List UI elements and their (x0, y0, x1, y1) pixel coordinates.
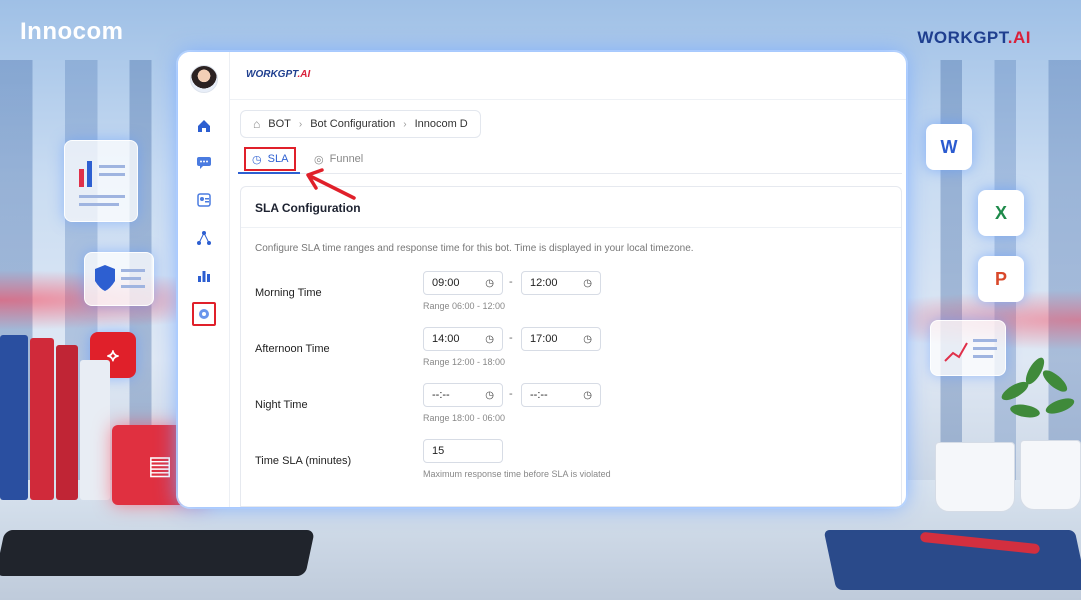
excel-icon: X (978, 190, 1024, 236)
breadcrumb-item-bot-configuration[interactable]: Bot Configuration (310, 118, 395, 130)
morning-time-label: Morning Time (255, 287, 322, 299)
morning-range-hint: Range 06:00 - 12:00 (423, 301, 506, 311)
panel-description: Configure SLA time ranges and response t… (255, 243, 694, 254)
active-tab-indicator (238, 172, 300, 174)
clock-icon[interactable]: ◷ (485, 334, 494, 345)
powerpoint-icon: P (978, 256, 1024, 302)
plant (990, 345, 1080, 445)
avatar[interactable] (190, 65, 218, 93)
time-sla-value: 15 (432, 445, 445, 457)
afternoon-end-input[interactable]: 17:00 ◷ (521, 327, 601, 351)
clock-icon[interactable]: ◷ (583, 334, 592, 345)
night-time-label: Night Time (255, 399, 308, 411)
afternoon-end-value: 17:00 (530, 333, 558, 345)
morning-start-value: 09:00 (432, 277, 460, 289)
contact-icon[interactable] (192, 188, 216, 212)
sidebar (178, 52, 230, 507)
morning-end-value: 12:00 (530, 277, 558, 289)
breadcrumb-item-bot-name: Innocom D (414, 118, 468, 130)
app-window: WORKGPT.AI ⌂ BOT › Bot Configuration › I… (178, 52, 906, 507)
clock-icon: ◷ (252, 153, 262, 166)
app-logo-suffix: .AI (297, 69, 311, 80)
night-end-value: --:-- (530, 389, 548, 401)
app-logo-text: WORKGPT (246, 69, 298, 80)
coffee-mug (935, 442, 1015, 512)
chart-icon[interactable] (192, 264, 216, 288)
breadcrumb-item-bot[interactable]: BOT (268, 118, 291, 130)
binder (80, 360, 110, 500)
range-separator: - (509, 332, 513, 344)
afternoon-time-label: Afternoon Time (255, 343, 330, 355)
plant-pot (1020, 440, 1081, 510)
range-separator: - (509, 276, 513, 288)
tab-sla[interactable]: ◷ SLA (244, 147, 297, 171)
afternoon-start-value: 14:00 (432, 333, 460, 345)
annotation-arrow (306, 168, 356, 200)
afternoon-start-input[interactable]: 14:00 ◷ (423, 327, 503, 351)
clock-icon[interactable]: ◷ (583, 390, 592, 401)
sla-configuration-panel: SLA Configuration Configure SLA time ran… (240, 186, 902, 507)
clock-icon[interactable]: ◷ (485, 390, 494, 401)
chevron-right-icon: › (298, 118, 303, 130)
binder (56, 345, 78, 500)
clock-icon[interactable]: ◷ (583, 278, 592, 289)
top-bar: WORKGPT.AI (230, 52, 906, 100)
home-icon[interactable] (192, 114, 216, 138)
binder (30, 338, 54, 500)
divider (241, 227, 901, 228)
night-end-input[interactable]: --:-- ◷ (521, 383, 601, 407)
settings-icon[interactable] (192, 302, 216, 326)
range-separator: - (509, 388, 513, 400)
network-icon[interactable] (192, 226, 216, 250)
home-icon[interactable]: ⌂ (253, 117, 260, 131)
night-start-input[interactable]: --:-- ◷ (423, 383, 503, 407)
tablet (0, 530, 315, 576)
tab-sla-label: SLA (267, 153, 289, 165)
workgpt-logo-text: WORKGPT (917, 28, 1008, 47)
workgpt-logo-suffix: .AI (1007, 28, 1031, 47)
morning-start-input[interactable]: 09:00 ◷ (423, 271, 503, 295)
time-sla-input[interactable]: 15 (423, 439, 503, 463)
clock-icon[interactable]: ◷ (485, 278, 494, 289)
chevron-right-icon: › (403, 118, 407, 130)
binder (0, 335, 28, 500)
app-logo: WORKGPT.AI (246, 69, 310, 80)
word-icon: W (926, 124, 972, 170)
workgpt-logo: WORKGPT.AI (917, 28, 1031, 48)
afternoon-range-hint: Range 12:00 - 18:00 (423, 357, 506, 367)
chat-icon[interactable] (192, 150, 216, 174)
night-range-hint: Range 18:00 - 06:00 (423, 413, 506, 423)
night-start-value: --:-- (432, 389, 450, 401)
innocom-logo: Innocom (20, 18, 124, 45)
time-sla-label: Time SLA (minutes) (255, 455, 352, 467)
document-chart-icon (64, 140, 138, 222)
breadcrumb: ⌂ BOT › Bot Configuration › Innocom D (240, 110, 481, 138)
time-sla-hint: Maximum response time before SLA is viol… (423, 469, 611, 479)
shield-document-icon (84, 252, 154, 306)
morning-end-input[interactable]: 12:00 ◷ (521, 271, 601, 295)
